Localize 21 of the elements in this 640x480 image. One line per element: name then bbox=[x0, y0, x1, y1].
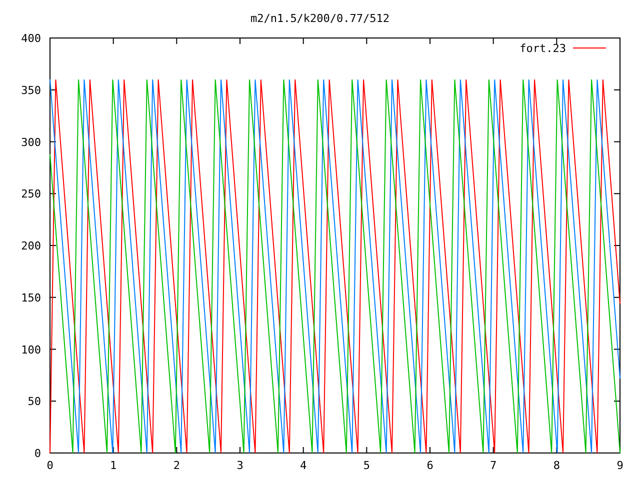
x-tick-label: 4 bbox=[300, 459, 307, 472]
y-tick-label: 0 bbox=[34, 447, 41, 460]
y-tick-label: 50 bbox=[28, 395, 41, 408]
y-tick-label: 250 bbox=[21, 188, 41, 201]
legend-label: fort.23 bbox=[520, 42, 566, 55]
y-tick-label: 150 bbox=[21, 291, 41, 304]
x-tick-label: 6 bbox=[426, 459, 434, 472]
y-tick-label: 100 bbox=[21, 343, 41, 356]
x-tick-label: 9 bbox=[616, 459, 624, 472]
x-tick-label: 3 bbox=[236, 459, 244, 472]
y-tick-label: 400 bbox=[21, 32, 41, 45]
x-tick-label: 7 bbox=[490, 459, 497, 472]
x-tick-label: 1 bbox=[110, 459, 117, 472]
x-tick-label: 5 bbox=[363, 459, 370, 472]
x-tick-label: 0 bbox=[46, 459, 54, 472]
x-tick-label: 2 bbox=[173, 459, 180, 472]
x-tick-label: 8 bbox=[553, 459, 560, 472]
y-tick-label: 300 bbox=[21, 136, 41, 149]
y-tick-label: 350 bbox=[21, 84, 41, 97]
chart-title: m2/n1.5/k200/0.77/512 bbox=[250, 12, 390, 25]
y-tick-label: 200 bbox=[21, 240, 41, 252]
